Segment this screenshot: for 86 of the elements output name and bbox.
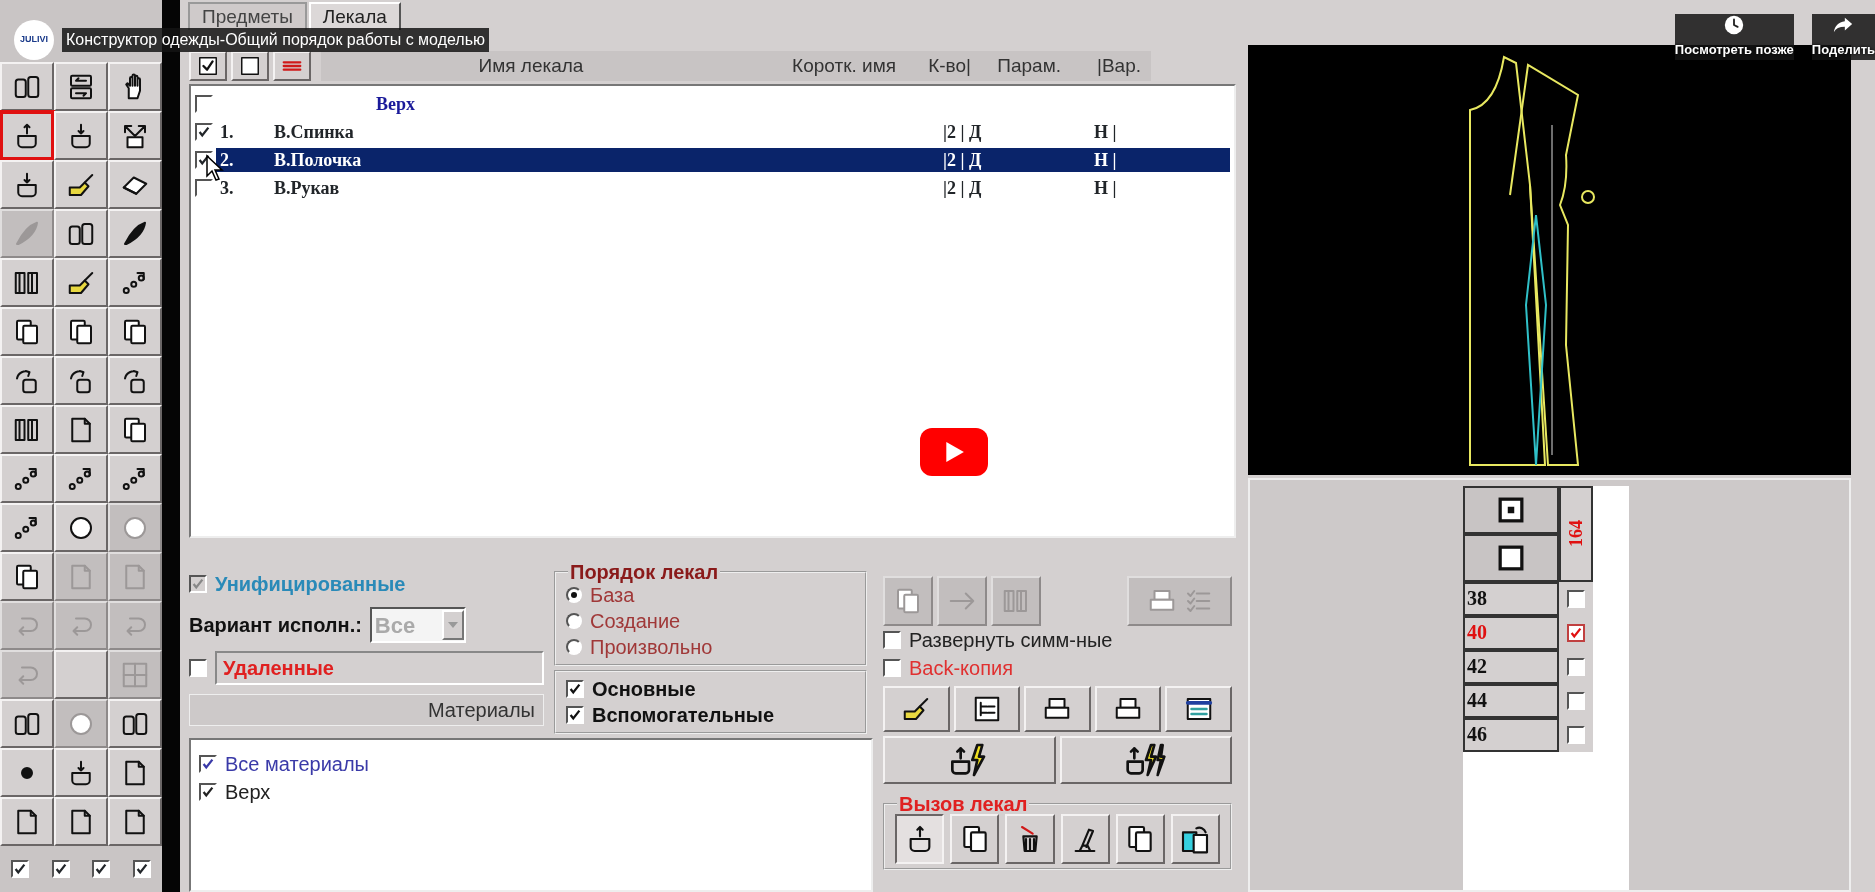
checkbox[interactable] bbox=[1567, 692, 1585, 710]
list-tool-button[interactable] bbox=[231, 51, 269, 81]
tab[interactable]: Лекала bbox=[308, 2, 401, 30]
checkmark-icon bbox=[197, 55, 219, 77]
checkmark-icon bbox=[134, 862, 149, 876]
radio-button[interactable] bbox=[566, 639, 582, 655]
list-tool-button[interactable] bbox=[189, 51, 227, 81]
play-button[interactable] bbox=[920, 428, 988, 476]
column-header: К-во| bbox=[927, 53, 971, 78]
checkmark-icon bbox=[568, 708, 582, 722]
column-header: |Вар. bbox=[1095, 53, 1141, 78]
height-label: 164 bbox=[1559, 486, 1593, 582]
checkbox[interactable] bbox=[189, 659, 207, 677]
row-number: 3. bbox=[219, 176, 235, 200]
watch-later-button[interactable]: Посмотреть позже bbox=[1674, 14, 1794, 60]
share-button[interactable]: Поделить bbox=[1811, 14, 1875, 60]
checkbox[interactable] bbox=[51, 860, 70, 878]
radio-label: Создание bbox=[590, 609, 681, 634]
column-header: Коротк. имя bbox=[791, 53, 896, 78]
empty-square-icon bbox=[239, 55, 261, 77]
checkmark-icon bbox=[201, 757, 215, 771]
list-tool-button[interactable] bbox=[273, 51, 311, 81]
column-header: Парам. bbox=[996, 53, 1061, 78]
pattern-name: В.Полочка bbox=[274, 148, 363, 172]
checkmark-icon bbox=[201, 785, 215, 799]
pattern-name: В.Спинка bbox=[274, 120, 355, 144]
pattern-count: |2 | Д bbox=[943, 176, 983, 200]
pattern-count: |2 | Д bbox=[943, 120, 983, 144]
checkbox[interactable] bbox=[92, 860, 111, 878]
checkmark-icon bbox=[568, 682, 582, 696]
checkbox[interactable] bbox=[11, 860, 30, 878]
list-row[interactable]: 1. В.Спинка |2 | Д Н | bbox=[216, 120, 1230, 144]
checkmark-icon bbox=[191, 577, 205, 591]
pattern-variant: Н | bbox=[1094, 148, 1118, 172]
checkmark-icon bbox=[94, 862, 109, 876]
size-label: 38 bbox=[1463, 582, 1559, 616]
radio-button[interactable] bbox=[566, 613, 582, 629]
radio-label: База bbox=[590, 583, 635, 608]
size-label: 46 bbox=[1463, 718, 1559, 752]
size-label: 44 bbox=[1463, 684, 1559, 718]
checkbox-label: Основные bbox=[592, 677, 696, 702]
clock-icon bbox=[1723, 14, 1746, 36]
group-label: Верх bbox=[376, 92, 415, 116]
caret-icon bbox=[447, 622, 458, 628]
group-title: Порядок лекал bbox=[569, 562, 720, 582]
checkmark-icon bbox=[1569, 626, 1583, 640]
radio-button[interactable] bbox=[566, 587, 582, 603]
checkbox[interactable] bbox=[132, 860, 151, 878]
row-number: 1. bbox=[219, 120, 235, 144]
play-icon bbox=[943, 441, 965, 463]
column-header: Имя лекала bbox=[477, 53, 585, 78]
checkbox-label: Унифицированные bbox=[215, 572, 406, 597]
tool-button[interactable] bbox=[895, 814, 945, 864]
checkbox-label: Вспомогательные bbox=[592, 703, 774, 728]
materials-header: Материалы bbox=[189, 694, 544, 726]
size-label: 42 bbox=[1463, 650, 1559, 684]
pattern-count: |2 | Д bbox=[943, 148, 983, 172]
checkbox[interactable] bbox=[1567, 658, 1585, 676]
group-title: Вызов лекал bbox=[898, 794, 1029, 814]
checkbox[interactable] bbox=[1567, 726, 1585, 744]
row-number: 2. bbox=[219, 148, 235, 172]
checkbox-label: Удаленные bbox=[215, 651, 544, 685]
checkmark-icon bbox=[197, 125, 211, 139]
empty-square-icon bbox=[1498, 545, 1524, 571]
radio-label: Произвольно bbox=[590, 635, 713, 660]
size-label: 40 bbox=[1463, 616, 1559, 650]
tab[interactable]: Предметы bbox=[188, 2, 307, 30]
checkmark-icon bbox=[13, 862, 28, 876]
list-row[interactable]: 2. В.Полочка |2 | Д Н | bbox=[216, 148, 1230, 172]
material-label: Все материалы bbox=[225, 752, 369, 777]
field-label: Вариант исполн.: bbox=[189, 613, 362, 638]
list-row[interactable]: 3. В.Рукав |2 | Д Н | bbox=[216, 176, 1230, 200]
checkbox-label: Развернуть симм-ные bbox=[909, 628, 1113, 653]
checkbox[interactable] bbox=[566, 706, 584, 724]
material-label: Верх bbox=[225, 780, 271, 805]
checkbox[interactable] bbox=[1567, 624, 1585, 642]
checkbox[interactable] bbox=[566, 680, 584, 698]
checkmark-icon bbox=[53, 862, 68, 876]
pattern-variant: Н | bbox=[1094, 120, 1118, 144]
pattern-name: В.Рукав bbox=[274, 176, 341, 200]
pattern-variant: Н | bbox=[1094, 176, 1118, 200]
checkbox[interactable] bbox=[883, 631, 901, 649]
checkbox-label: Back-копия bbox=[909, 656, 1014, 681]
checkbox[interactable] bbox=[883, 659, 901, 677]
checkbox[interactable] bbox=[1567, 590, 1585, 608]
video-title[interactable]: Конструктор одежды-Общий порядок работы с моделью bbox=[62, 28, 489, 52]
